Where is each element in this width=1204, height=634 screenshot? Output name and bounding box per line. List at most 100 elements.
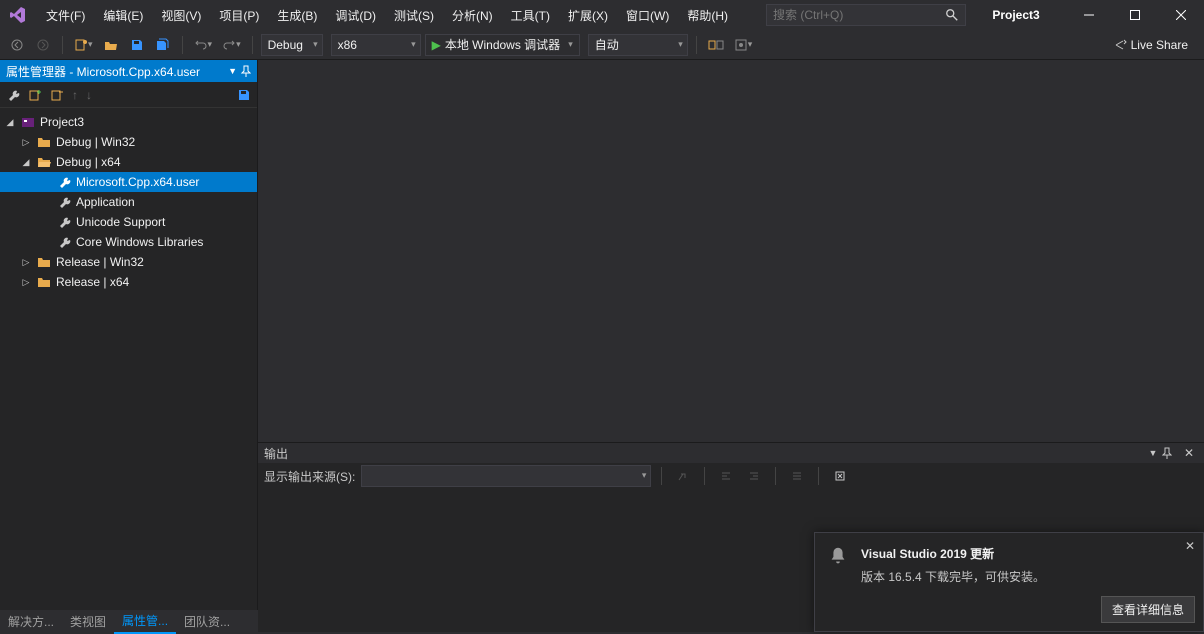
menu-edit[interactable]: 编辑(E): [95, 3, 151, 28]
play-icon: ▶: [432, 38, 441, 52]
up-arrow-icon[interactable]: ↑: [72, 88, 78, 102]
live-share-button[interactable]: Live Share: [1103, 38, 1198, 52]
folder-icon: [36, 134, 52, 150]
tree-label: Application: [76, 195, 135, 209]
menu-debug[interactable]: 调试(D): [327, 3, 384, 28]
expand-arrow-icon[interactable]: ▷: [20, 137, 32, 148]
redo-button[interactable]: ▾: [219, 34, 244, 56]
expand-arrow-icon[interactable]: ◢: [20, 157, 32, 168]
bottom-tab-classview[interactable]: 类视图: [62, 610, 114, 633]
panel-toolbar: ↑ ↓: [0, 82, 257, 108]
start-debug-button[interactable]: ▶ 本地 Windows 调试器 ▾: [425, 34, 580, 56]
menu-view[interactable]: 视图(V): [153, 3, 209, 28]
tree-label: Core Windows Libraries: [76, 235, 203, 249]
tree-label: Microsoft.Cpp.x64.user: [76, 175, 199, 189]
separator: [62, 36, 63, 54]
indent-right-icon[interactable]: [743, 465, 765, 487]
toolbar-icon-1[interactable]: [705, 34, 727, 56]
add-sheet-icon[interactable]: [28, 88, 42, 102]
share-icon: [1113, 38, 1127, 52]
menu-file[interactable]: 文件(F): [38, 3, 93, 28]
main-toolbar: ▾ ▾ ▾ Debug▾ x86▾ ▶ 本地 Windows 调试器 ▾ 自动▾…: [0, 30, 1204, 60]
bottom-tab-properties[interactable]: 属性管...: [114, 609, 176, 634]
bottom-tab-team[interactable]: 团队资...: [176, 610, 238, 633]
separator: [252, 36, 253, 54]
notification-title: Visual Studio 2019 更新: [861, 545, 1191, 562]
separator: [704, 467, 705, 485]
goto-prev-icon[interactable]: [672, 465, 694, 487]
output-source-select[interactable]: ▾: [361, 465, 651, 487]
close-button[interactable]: [1158, 0, 1204, 30]
project-title: Project3: [966, 8, 1066, 22]
tree-label: Release | Win32: [56, 255, 144, 269]
undo-button[interactable]: ▾: [191, 34, 216, 56]
maximize-button[interactable]: [1112, 0, 1158, 30]
config-select[interactable]: Debug▾: [261, 34, 323, 56]
minimize-button[interactable]: [1066, 0, 1112, 30]
run-label: 本地 Windows 调试器: [445, 36, 560, 53]
platform-select[interactable]: x86▾: [331, 34, 421, 56]
toolbar-icon-2[interactable]: ▾: [731, 34, 756, 56]
output-header[interactable]: 输出 ▼ ✕: [258, 443, 1204, 463]
search-input[interactable]: [773, 8, 939, 22]
wrench-icon[interactable]: [6, 88, 20, 102]
menu-test[interactable]: 测试(S): [386, 3, 442, 28]
tree-item-application[interactable]: Application: [0, 192, 257, 212]
menu-analyze[interactable]: 分析(N): [444, 3, 501, 28]
tree-config-debug-win32[interactable]: ▷ Debug | Win32: [0, 132, 257, 152]
pin-icon[interactable]: [1162, 447, 1180, 459]
chevron-down-icon[interactable]: ▼: [228, 66, 237, 76]
menu-help[interactable]: 帮助(H): [679, 3, 736, 28]
pin-icon[interactable]: [241, 65, 251, 77]
editor-empty: [258, 60, 1204, 442]
search-icon: [945, 8, 959, 22]
tree-config-release-x64[interactable]: ▷ Release | x64: [0, 272, 257, 292]
menu-project[interactable]: 项目(P): [211, 3, 267, 28]
notification-details-button[interactable]: 查看详细信息: [1101, 596, 1195, 623]
down-arrow-icon[interactable]: ↓: [86, 88, 92, 102]
save-all-button[interactable]: [152, 34, 174, 56]
existing-sheet-icon[interactable]: [50, 88, 64, 102]
bottom-tab-solution[interactable]: 解决方...: [0, 610, 62, 633]
tree-label: Debug | x64: [56, 155, 121, 169]
tree-label: Project3: [40, 115, 84, 129]
tree-root[interactable]: ◢ Project3: [0, 112, 257, 132]
menu-extensions[interactable]: 扩展(X): [560, 3, 616, 28]
notification-close-icon[interactable]: ✕: [1185, 539, 1195, 553]
menu-window[interactable]: 窗口(W): [618, 3, 677, 28]
window-controls: [1066, 0, 1204, 30]
separator: [818, 467, 819, 485]
quick-search[interactable]: [766, 4, 966, 26]
panel-tab-header[interactable]: 属性管理器 - Microsoft.Cpp.x64.user ▼: [0, 60, 257, 82]
tree-config-release-win32[interactable]: ▷ Release | Win32: [0, 252, 257, 272]
auto-select[interactable]: 自动▾: [588, 34, 688, 56]
bell-icon: [827, 545, 849, 619]
output-title: 输出: [264, 445, 1144, 462]
clear-icon[interactable]: [829, 465, 851, 487]
indent-left-icon[interactable]: [715, 465, 737, 487]
wrench-icon: [56, 234, 72, 250]
main-menu: 文件(F) 编辑(E) 视图(V) 项目(P) 生成(B) 调试(D) 测试(S…: [38, 0, 736, 30]
expand-arrow-icon[interactable]: ▷: [20, 277, 32, 288]
expand-arrow-icon[interactable]: ▷: [20, 257, 32, 268]
nav-forward-button[interactable]: [32, 34, 54, 56]
window-menu-icon[interactable]: ▼: [1144, 448, 1162, 458]
tree-item-core-libs[interactable]: Core Windows Libraries: [0, 232, 257, 252]
menu-build[interactable]: 生成(B): [269, 3, 325, 28]
wrench-icon: [56, 214, 72, 230]
menu-tools[interactable]: 工具(T): [503, 3, 558, 28]
tree-label: Unicode Support: [76, 215, 165, 229]
expand-arrow-icon[interactable]: ◢: [4, 117, 16, 128]
close-icon[interactable]: ✕: [1180, 446, 1198, 460]
vs-logo-icon: [8, 5, 28, 25]
tree-config-debug-x64[interactable]: ◢ Debug | x64: [0, 152, 257, 172]
nav-back-button[interactable]: [6, 34, 28, 56]
new-file-button[interactable]: ▾: [71, 34, 96, 56]
folder-icon: [36, 274, 52, 290]
save-sheet-icon[interactable]: [237, 88, 251, 102]
tree-item-unicode[interactable]: Unicode Support: [0, 212, 257, 232]
open-file-button[interactable]: [100, 34, 122, 56]
tree-item-microsoft-cpp[interactable]: Microsoft.Cpp.x64.user: [0, 172, 257, 192]
wordwrap-icon[interactable]: [786, 465, 808, 487]
save-button[interactable]: [126, 34, 148, 56]
